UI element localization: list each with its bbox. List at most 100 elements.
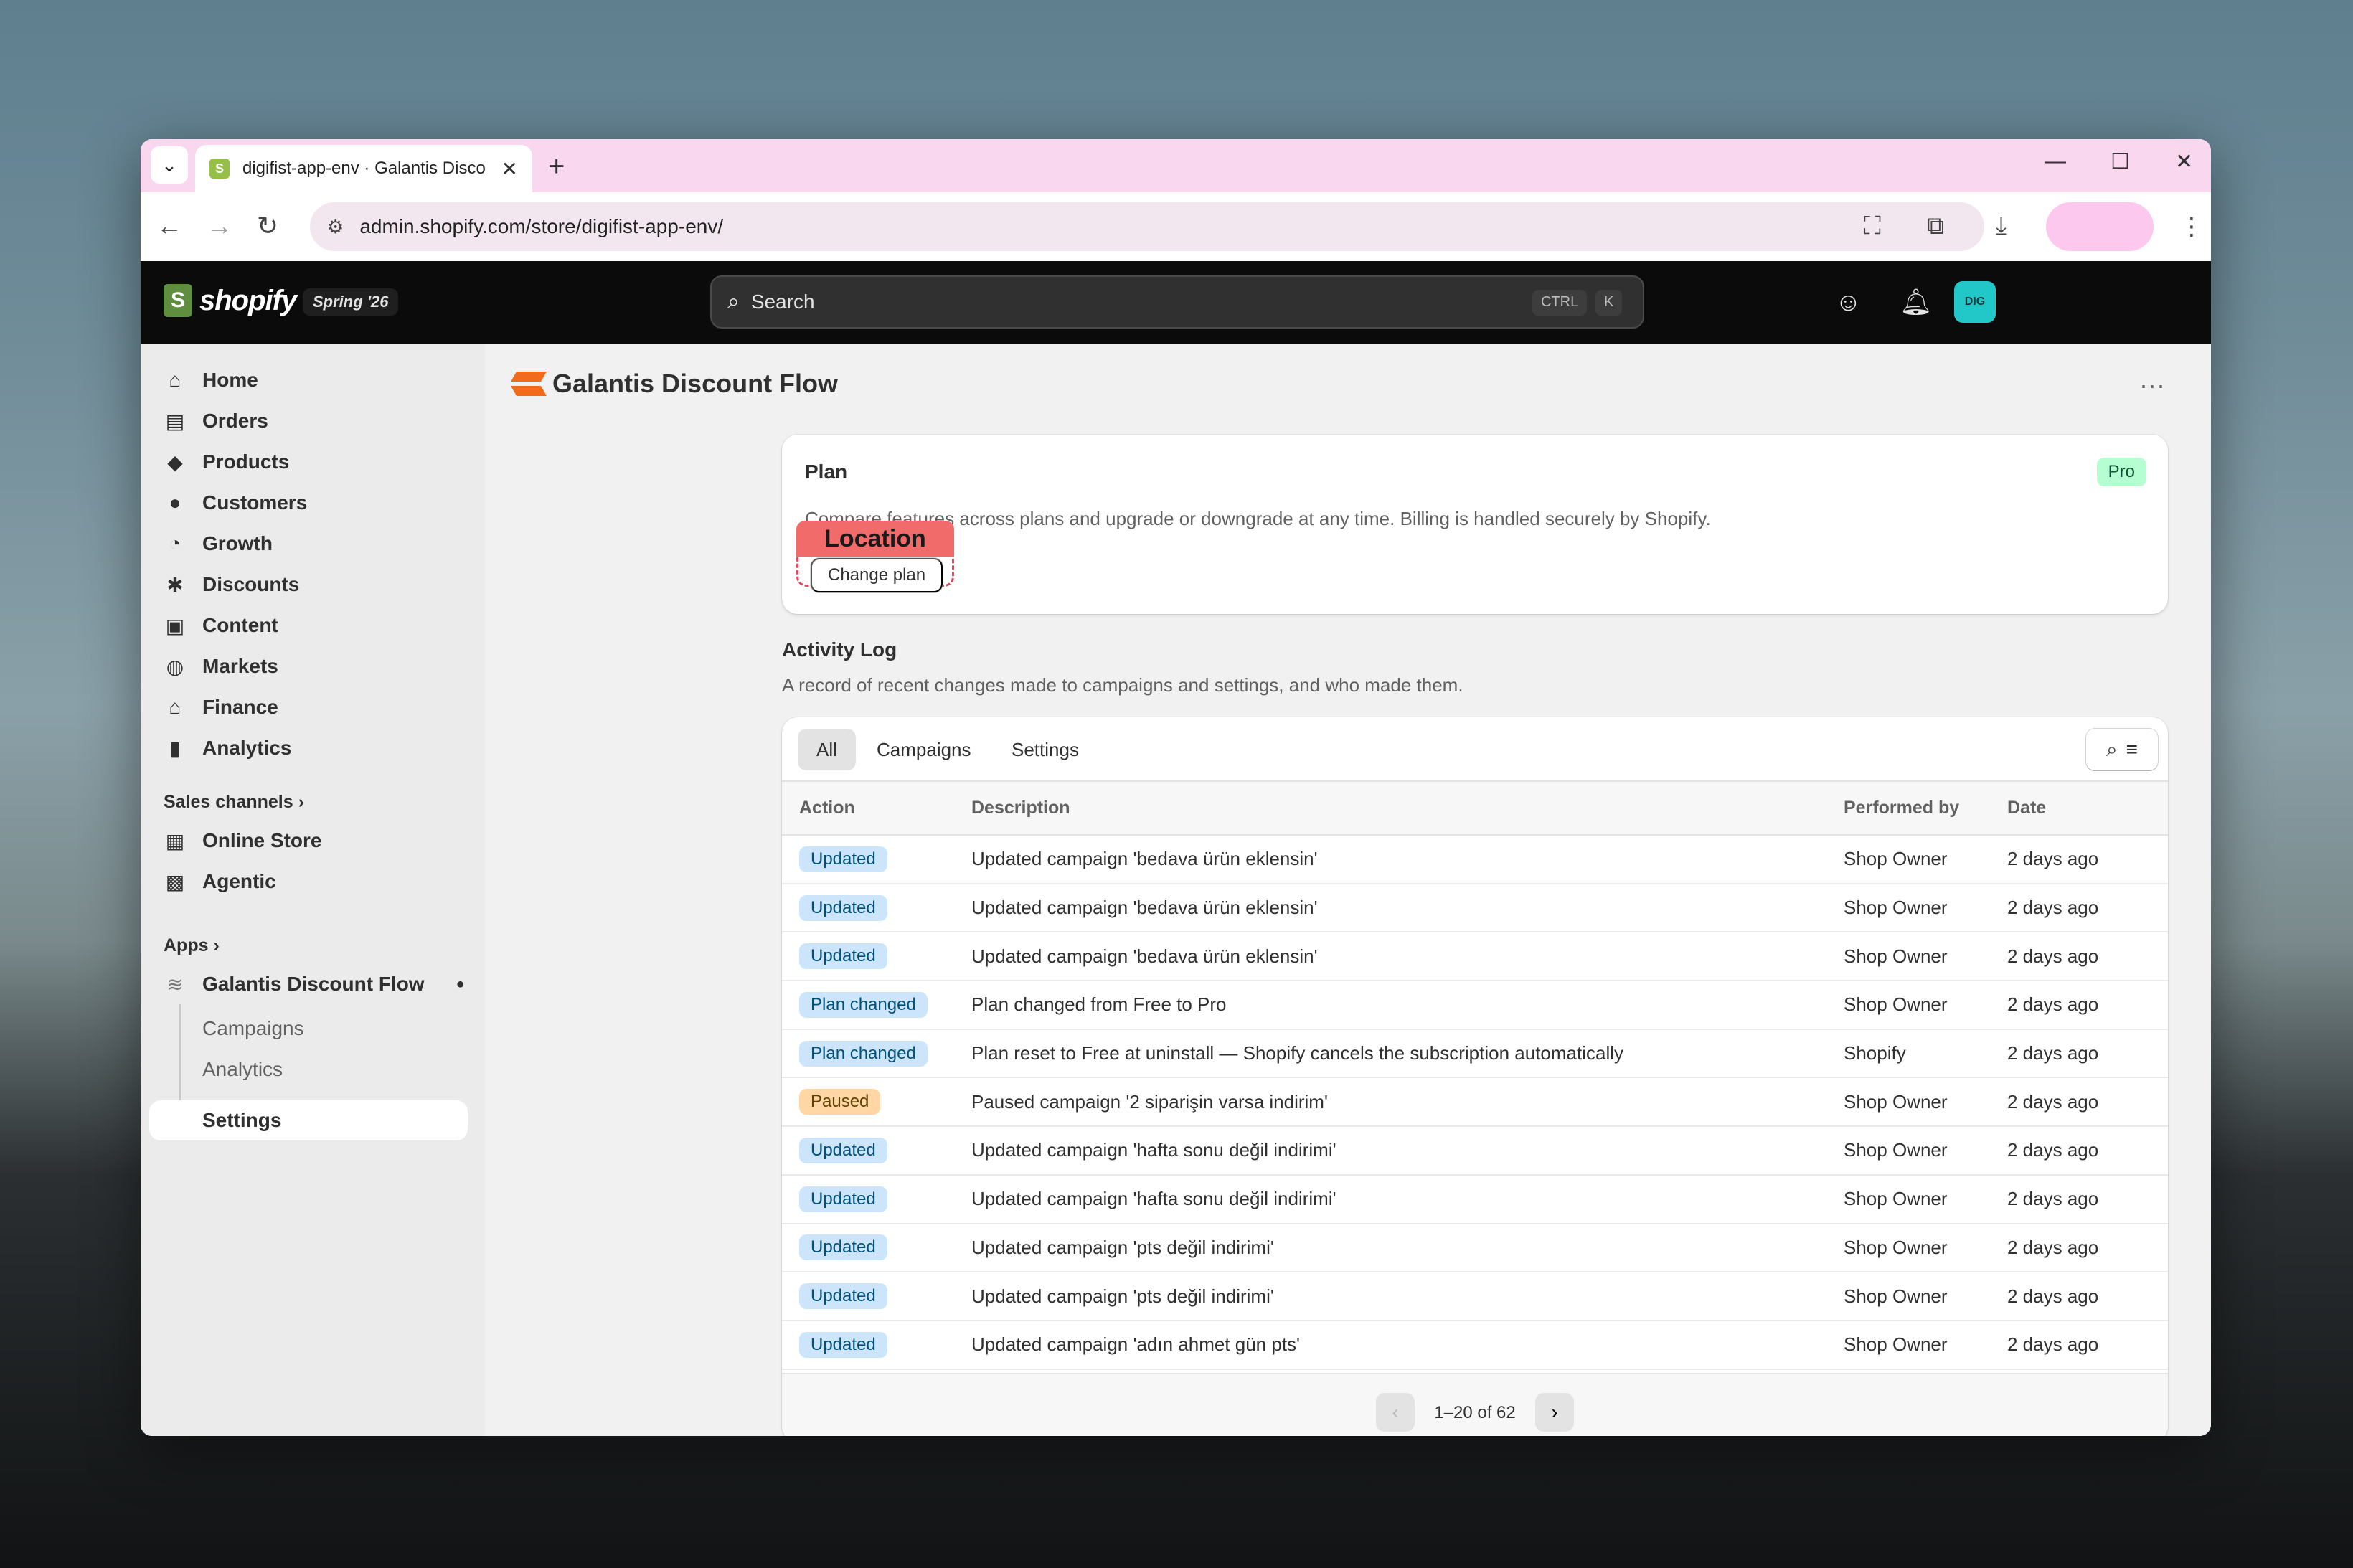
browser-tab[interactable]: S digifist-app-env · Galantis Disco ✕ [195, 145, 532, 192]
maximize-button[interactable]: ☐ [2111, 149, 2130, 174]
tab-title: digifist-app-env · Galantis Disco [242, 159, 486, 178]
column-header-action: Action [782, 782, 971, 836]
apps-heading[interactable]: Apps › [164, 935, 220, 956]
discount-icon: ✱ [166, 573, 184, 596]
cell-action: Paused [782, 1077, 971, 1128]
person-icon: ● [169, 491, 181, 514]
tab-campaigns[interactable]: Campaigns [858, 729, 990, 770]
bar-chart-icon: ▮ [169, 737, 181, 760]
sidebar-item-label: Products [202, 450, 290, 473]
action-badge: Updated [799, 1283, 887, 1310]
table-row: Plan changed Plan reset to Free at uninst… [782, 1029, 2168, 1079]
sidebar-item-home[interactable]: ⌂ Home [149, 360, 465, 400]
action-badge: Updated [799, 1234, 887, 1261]
filter-icon: ≡ [2126, 738, 2139, 760]
next-page-button[interactable]: › [1535, 1393, 1574, 1432]
table-row: Updated Updated campaign 'pts değil indir… [782, 1223, 2168, 1273]
bell-icon[interactable]: 🔔︎ [1900, 287, 1933, 317]
sidebar-item-label: Markets [202, 655, 278, 677]
sidebar-item-orders[interactable]: ▤ Orders [149, 401, 465, 441]
cell-performed-by: Shop Owner [1844, 981, 2007, 1030]
bank-icon: ⌂ [169, 696, 181, 718]
cell-date: 2 days ago [2007, 1029, 2168, 1079]
page-title: Galantis Discount Flow [514, 369, 838, 399]
main-content: Galantis Discount Flow ··· Plan Pro Comp… [485, 344, 2211, 1436]
sidebar-subitem-campaigns[interactable]: Campaigns [202, 1017, 304, 1040]
sidebar-item-content[interactable]: ▣ Content [149, 605, 465, 646]
cell-date: 2 days ago [2007, 835, 2168, 884]
filter-tabs: All Campaigns Settings ⌕ ≡ [782, 717, 2168, 782]
table-header-row: Action Description Performed by Date [782, 782, 2168, 836]
sidebar-item-customers[interactable]: ● Customers [149, 483, 465, 523]
column-header-description: Description [971, 782, 1844, 836]
column-header-performed-by: Performed by [1844, 782, 2007, 836]
search-filter-button[interactable]: ⌕ ≡ [2086, 729, 2158, 770]
sidebar-item-markets[interactable]: ◍ Markets [149, 646, 465, 686]
address-bar[interactable]: ⚙ admin.shopify.com/store/digifist-app-e… [310, 202, 1984, 251]
sidebar-subitem-analytics[interactable]: Analytics [202, 1058, 283, 1081]
tab-settings[interactable]: Settings [993, 729, 1098, 770]
forward-button[interactable]: → [207, 211, 232, 241]
table-row: Updated Updated campaign 'pts değil indir… [782, 1272, 2168, 1321]
location-overlay-label: Location [796, 521, 954, 557]
close-tab-icon[interactable]: ✕ [501, 157, 518, 181]
new-tab-button[interactable]: + [548, 151, 565, 183]
column-header-date: Date [2007, 782, 2168, 836]
tab-all[interactable]: All [798, 729, 856, 770]
cell-description: Plan reset to Free at uninstall — Shopif… [971, 1029, 1844, 1079]
sidebar-item-products[interactable]: ◆ Products [149, 442, 465, 482]
site-settings-icon[interactable]: ⚙ [327, 216, 344, 238]
close-window-button[interactable]: ✕ [2175, 149, 2193, 174]
shopify-bag-icon: S [164, 284, 192, 317]
sidebar-item-finance[interactable]: ⌂ Finance [149, 687, 465, 727]
sidebar-item-online-store[interactable]: ▦ Online Store [149, 821, 465, 861]
profile-button[interactable] [2046, 202, 2154, 251]
sidebar-subitem-settings[interactable]: Settings [202, 1109, 281, 1132]
cell-action: Updated [782, 835, 971, 884]
screenshot-icon[interactable]: ⛶ [1864, 212, 1881, 240]
sidebar-item-label: Growth [202, 532, 273, 554]
active-item-highlight [149, 1100, 468, 1140]
back-button[interactable]: ← [156, 211, 182, 241]
download-icon[interactable]: ⤓ [1996, 212, 2007, 240]
sidebar-item-label: Online Store [202, 829, 322, 851]
sidebar-item-discounts[interactable]: ✱ Discounts [149, 565, 465, 605]
cell-description: Updated campaign 'bedava ürün eklensin' [971, 835, 1844, 884]
extensions-icon[interactable]: ⧉ [1927, 212, 1944, 240]
edition-badge[interactable]: Spring '26 [303, 288, 399, 316]
cell-action: Updated [782, 932, 971, 982]
more-actions-icon[interactable]: ··· [2139, 370, 2165, 400]
sidebar-item-label: Customers [202, 491, 308, 514]
pagination-text: 1–20 of 62 [1434, 1403, 1516, 1422]
app-title-text: Galantis Discount Flow [552, 369, 839, 398]
activity-log-title: Activity Log [782, 638, 897, 661]
reload-button[interactable]: ↻ [257, 211, 278, 241]
cell-performed-by: Shop Owner [1844, 1320, 2007, 1370]
browser-window: ⌄ S digifist-app-env · Galantis Disco ✕ … [141, 139, 2211, 1436]
sidekick-icon[interactable]: ☺ [1835, 287, 1862, 317]
sales-channels-heading[interactable]: Sales channels › [164, 792, 304, 813]
shopify-topbar: S shopify Spring '26 ⌕ Search CTRL K ☺ 🔔… [141, 261, 2211, 344]
search-placeholder: Search [750, 291, 815, 313]
cell-action: Updated [782, 1223, 971, 1273]
avatar[interactable]: DIG [1954, 281, 1996, 323]
tab-search-button[interactable]: ⌄ [151, 146, 188, 184]
globe-icon: ◍ [166, 655, 184, 678]
tag-icon: ◆ [167, 450, 183, 473]
cell-performed-by: Shop Owner [1844, 1077, 2007, 1128]
activity-log-description: A record of recent changes made to campa… [782, 674, 1463, 696]
change-plan-button[interactable]: Change plan [811, 558, 943, 592]
cell-action: Updated [782, 883, 971, 933]
sidebar-item-galantis[interactable]: ≋ Galantis Discount Flow ● [149, 964, 465, 1004]
cell-action: Updated [782, 1320, 971, 1370]
search-input[interactable]: ⌕ Search CTRL K [710, 275, 1644, 329]
cell-performed-by: Shopify [1844, 1029, 2007, 1079]
minimize-button[interactable]: — [2045, 149, 2066, 174]
shopify-logo[interactable]: S shopify [164, 284, 297, 317]
menu-icon[interactable]: ⋮ [2179, 212, 2204, 241]
sidebar-item-analytics[interactable]: ▮ Analytics [149, 728, 465, 768]
sidebar-item-growth[interactable]: ◔ Growth [149, 524, 465, 564]
galantis-app-icon: ≋ [166, 973, 184, 996]
sidebar-item-agentic[interactable]: ▩ Agentic [149, 861, 465, 902]
action-badge: Updated [799, 1186, 887, 1212]
